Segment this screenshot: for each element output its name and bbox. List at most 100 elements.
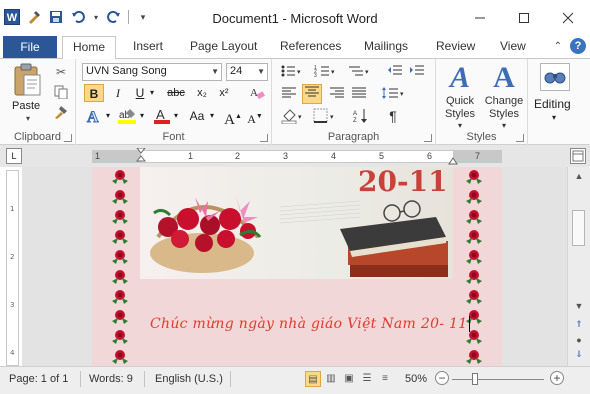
tab-selector-button[interactable]: L xyxy=(6,148,22,164)
clear-formatting-icon[interactable]: A xyxy=(248,84,266,102)
save-icon[interactable] xyxy=(48,9,64,25)
scroll-down-icon[interactable]: ▼ xyxy=(572,301,586,311)
full-screen-reading-icon[interactable]: ▥ xyxy=(323,371,339,387)
undo-icon[interactable] xyxy=(70,9,86,25)
scroll-up-icon[interactable]: ▲ xyxy=(572,171,586,181)
teachers-day-card-image[interactable]: 20-11 xyxy=(140,167,453,279)
shading-icon[interactable]: ▾ xyxy=(280,108,306,125)
right-indent-marker-icon[interactable] xyxy=(448,155,458,165)
underline-button[interactable]: U xyxy=(132,84,148,102)
subscript-button[interactable]: x₂ xyxy=(192,84,212,102)
tab-file[interactable]: File xyxy=(3,36,57,58)
vertical-scrollbar[interactable]: ▲ ▼ ⇑ ● ⇓ xyxy=(567,167,590,366)
tab-home[interactable]: Home xyxy=(62,36,117,60)
increase-indent-icon[interactable] xyxy=(408,64,426,80)
strikethrough-button[interactable]: abc xyxy=(164,84,188,102)
show-formatting-marks-icon[interactable]: ¶ xyxy=(384,108,402,124)
cut-icon[interactable]: ✂ xyxy=(54,65,68,79)
zoom-level[interactable]: 50% xyxy=(405,373,427,385)
paste-dropdown-icon[interactable]: ▾ xyxy=(26,114,30,123)
change-case-dropdown-icon[interactable]: ▾ xyxy=(208,107,216,125)
tab-view[interactable]: View xyxy=(500,39,526,53)
tab-insert[interactable]: Insert xyxy=(133,39,163,53)
customize-qat-icon[interactable]: ▾ xyxy=(135,9,151,25)
grow-font-button[interactable]: A▲ xyxy=(224,107,242,128)
copy-icon[interactable] xyxy=(54,85,68,100)
bullets-icon[interactable]: ▾ xyxy=(280,64,302,80)
paragraph-launcher-icon[interactable] xyxy=(424,134,432,142)
print-layout-view-icon[interactable]: ▤ xyxy=(305,371,321,387)
format-painter-qat-icon[interactable] xyxy=(26,9,42,25)
zoom-in-button[interactable]: + xyxy=(550,371,564,385)
line-spacing-icon[interactable]: ▾ xyxy=(380,86,406,102)
undo-dropdown-icon[interactable]: ▾ xyxy=(92,9,100,25)
font-color-dropdown-icon[interactable]: ▾ xyxy=(172,107,180,125)
paste-icon[interactable] xyxy=(12,63,42,97)
underline-dropdown-icon[interactable]: ▾ xyxy=(148,84,156,102)
vertical-ruler[interactable]: 1 2 3 4 xyxy=(6,170,19,366)
chevron-down-icon[interactable]: ▾ xyxy=(552,113,556,122)
quick-styles-button[interactable]: A Quick Styles ▾ xyxy=(440,61,480,130)
greeting-text[interactable]: Chúc mừng ngày nhà giáo Việt Nam 20- 11 xyxy=(150,316,471,332)
close-button[interactable] xyxy=(546,0,590,36)
word-count[interactable]: Words: 9 xyxy=(89,373,133,385)
editing-binoculars-icon[interactable] xyxy=(540,63,570,91)
highlight-dropdown-icon[interactable]: ▾ xyxy=(138,107,146,125)
tab-references[interactable]: References xyxy=(280,39,341,53)
minimize-button[interactable] xyxy=(458,0,502,36)
chevron-down-icon: ▼ xyxy=(257,67,265,76)
change-styles-button[interactable]: A Change Styles ▾ xyxy=(482,61,526,130)
next-page-icon[interactable]: ⇓ xyxy=(572,349,586,360)
maximize-button[interactable] xyxy=(502,0,546,36)
clipboard-launcher-icon[interactable] xyxy=(64,134,72,142)
bold-button[interactable]: B xyxy=(84,84,104,102)
svg-text:A: A xyxy=(250,87,258,99)
view-ruler-icon[interactable] xyxy=(570,148,586,164)
outline-view-icon[interactable]: ☰ xyxy=(359,371,375,387)
paste-button-label[interactable]: Paste xyxy=(12,100,40,112)
numbering-icon[interactable]: 1 2 3 ▾ xyxy=(314,64,336,80)
format-painter-icon[interactable] xyxy=(54,105,68,119)
align-right-icon[interactable] xyxy=(328,86,346,102)
scroll-thumb[interactable] xyxy=(572,210,585,246)
tab-review[interactable]: Review xyxy=(436,39,475,53)
minimize-ribbon-icon[interactable]: ⌃ xyxy=(554,41,562,52)
tab-page-layout[interactable]: Page Layout xyxy=(190,39,257,53)
font-launcher-icon[interactable] xyxy=(260,134,268,142)
font-size-select[interactable]: 24 ▼ xyxy=(226,63,268,81)
indent-marker-icon[interactable] xyxy=(136,148,146,164)
sort-icon[interactable]: AZ xyxy=(352,108,372,124)
document-page[interactable]: 20-11 Chúc mừng ngày nhà giáo Việt Nam 2… xyxy=(92,167,502,366)
styles-launcher-icon[interactable] xyxy=(516,134,524,142)
change-case-button[interactable]: Aa xyxy=(186,107,208,125)
highlight-color-icon[interactable]: ab xyxy=(116,107,138,125)
font-color-icon[interactable]: A xyxy=(152,107,172,125)
word-app-icon[interactable]: W xyxy=(4,9,20,25)
multilevel-list-icon[interactable]: ▾ xyxy=(348,64,370,80)
zoom-out-button[interactable]: − xyxy=(435,371,449,385)
draft-view-icon[interactable]: ≡ xyxy=(377,371,393,387)
shrink-font-button[interactable]: A▼ xyxy=(246,107,264,126)
decrease-indent-icon[interactable] xyxy=(386,64,404,80)
font-name-select[interactable]: UVN Sang Song ▼ xyxy=(82,63,222,81)
text-effects-dropdown-icon[interactable]: ▾ xyxy=(104,107,112,125)
select-browse-object-icon[interactable]: ● xyxy=(572,335,586,345)
help-icon[interactable]: ? xyxy=(570,38,586,54)
justify-icon[interactable] xyxy=(350,86,368,102)
tab-mailings[interactable]: Mailings xyxy=(364,39,408,53)
align-left-icon[interactable] xyxy=(280,86,298,102)
text-effects-icon[interactable]: A xyxy=(84,107,104,127)
italic-button[interactable]: I xyxy=(110,84,126,102)
page-count[interactable]: Page: 1 of 1 xyxy=(9,373,68,385)
previous-page-icon[interactable]: ⇑ xyxy=(572,319,586,330)
web-layout-icon[interactable]: ▣ xyxy=(341,371,357,387)
horizontal-ruler[interactable]: 1 1 2 3 4 5 6 7 xyxy=(92,148,502,165)
editing-button-label[interactable]: Editing xyxy=(534,97,571,111)
redo-icon[interactable] xyxy=(106,9,122,25)
zoom-slider-thumb[interactable] xyxy=(472,373,478,385)
superscript-button[interactable]: x² xyxy=(214,84,234,102)
language[interactable]: English (U.S.) xyxy=(155,373,223,385)
borders-icon[interactable]: ▾ xyxy=(312,108,338,124)
zoom-slider-track[interactable] xyxy=(452,379,544,380)
align-center-icon[interactable] xyxy=(302,84,322,104)
